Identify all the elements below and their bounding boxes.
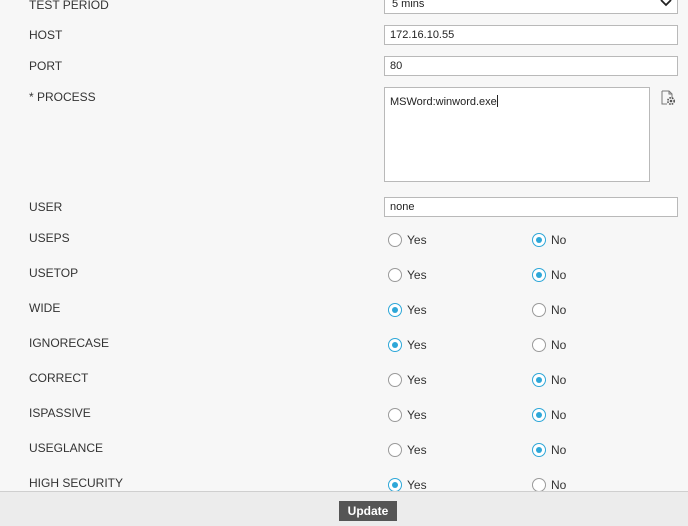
update-button[interactable]: Update — [339, 501, 397, 521]
wide-yes-label: Yes — [407, 303, 427, 317]
usetop-no-radio[interactable] — [532, 268, 546, 282]
useps-yes-label: Yes — [407, 233, 427, 247]
correct-yes-label: Yes — [407, 373, 427, 387]
correct-no-label: No — [551, 373, 567, 387]
user-input[interactable]: none — [384, 197, 678, 217]
port-label: PORT — [29, 59, 63, 73]
process-value: MSWord:winword.exe — [390, 96, 497, 108]
test-period-label: TEST PERIOD — [29, 0, 109, 12]
high-security-no-label: No — [551, 478, 567, 492]
ispassive-no-radio[interactable] — [532, 408, 546, 422]
wide-no-label: No — [551, 303, 567, 317]
ignorecase-no-radio[interactable] — [532, 338, 546, 352]
usetop-no-label: No — [551, 268, 567, 282]
process-textarea[interactable]: MSWord:winword.exe — [384, 87, 650, 182]
test-period-select[interactable]: 5 mins — [384, 0, 678, 14]
high-security-yes-label: Yes — [407, 478, 427, 492]
useps-no-label: No — [551, 233, 567, 247]
ispassive-no-label: No — [551, 408, 567, 422]
process-label: * PROCESS — [29, 90, 96, 104]
usetop-label: USETOP — [29, 266, 79, 280]
usetop-yes-label: Yes — [407, 268, 427, 282]
user-label: USER — [29, 200, 63, 214]
text-caret — [496, 95, 498, 107]
port-input[interactable]: 80 — [384, 56, 678, 76]
wide-yes-radio[interactable] — [388, 303, 402, 317]
ispassive-yes-radio[interactable] — [388, 408, 402, 422]
correct-no-radio[interactable] — [532, 373, 546, 387]
high-security-label: HIGH SECURITY — [29, 476, 124, 490]
ignorecase-yes-radio[interactable] — [388, 338, 402, 352]
high-security-no-radio[interactable] — [532, 478, 546, 492]
ignorecase-no-label: No — [551, 338, 567, 352]
host-label: HOST — [29, 28, 63, 42]
ispassive-yes-label: Yes — [407, 408, 427, 422]
useps-no-radio[interactable] — [532, 233, 546, 247]
useps-yes-radio[interactable] — [388, 233, 402, 247]
host-input[interactable]: 172.16.10.55 — [384, 25, 678, 45]
correct-yes-radio[interactable] — [388, 373, 402, 387]
ignorecase-yes-label: Yes — [407, 338, 427, 352]
wide-label: WIDE — [29, 301, 61, 315]
gear-icon[interactable] — [660, 90, 676, 106]
high-security-yes-radio[interactable] — [388, 478, 402, 492]
useglance-yes-radio[interactable] — [388, 443, 402, 457]
wide-no-radio[interactable] — [532, 303, 546, 317]
test-period-value: 5 mins — [392, 0, 425, 10]
correct-label: CORRECT — [29, 371, 89, 385]
usetop-yes-radio[interactable] — [388, 268, 402, 282]
useps-label: USEPS — [29, 231, 70, 245]
ignorecase-label: IGNORECASE — [29, 336, 110, 350]
useglance-no-radio[interactable] — [532, 443, 546, 457]
useglance-label: USEGLANCE — [29, 441, 104, 455]
chevron-down-icon — [660, 0, 672, 7]
useglance-no-label: No — [551, 443, 567, 457]
useglance-yes-label: Yes — [407, 443, 427, 457]
ispassive-label: ISPASSIVE — [29, 406, 91, 420]
